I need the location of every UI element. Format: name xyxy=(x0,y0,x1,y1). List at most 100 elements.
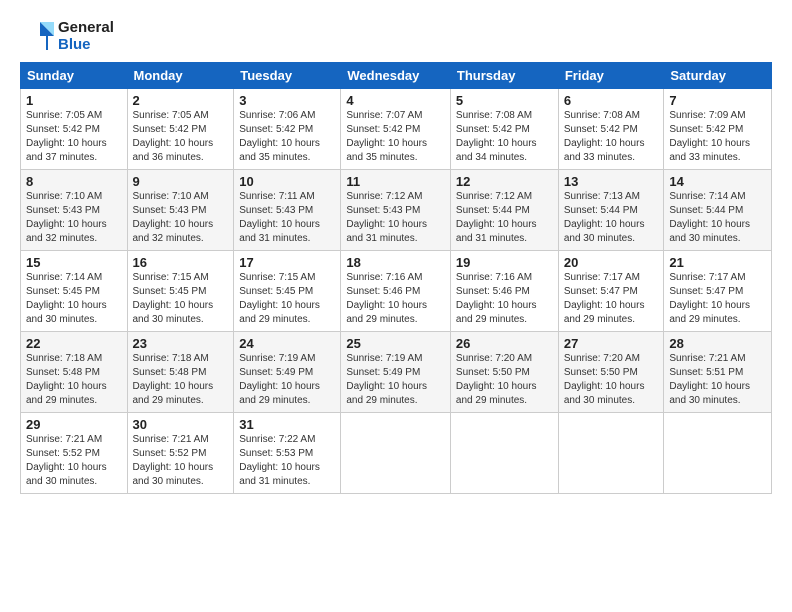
calendar-day-cell: 18 Sunrise: 7:16 AM Sunset: 5:46 PM Dayl… xyxy=(341,251,451,332)
logo-graphic xyxy=(20,18,56,54)
calendar-day-cell: 11 Sunrise: 7:12 AM Sunset: 5:43 PM Dayl… xyxy=(341,170,451,251)
day-info: Sunrise: 7:09 AM Sunset: 5:42 PM Dayligh… xyxy=(669,109,766,165)
calendar-day-cell: 20 Sunrise: 7:17 AM Sunset: 5:47 PM Dayl… xyxy=(558,251,664,332)
day-info: Sunrise: 7:10 AM Sunset: 5:43 PM Dayligh… xyxy=(26,190,122,246)
day-info: Sunrise: 7:22 AM Sunset: 5:53 PM Dayligh… xyxy=(239,433,335,489)
day-info: Sunrise: 7:12 AM Sunset: 5:43 PM Dayligh… xyxy=(346,190,445,246)
calendar-week-row: 8 Sunrise: 7:10 AM Sunset: 5:43 PM Dayli… xyxy=(21,170,772,251)
calendar-day-cell: 4 Sunrise: 7:07 AM Sunset: 5:42 PM Dayli… xyxy=(341,89,451,170)
day-info: Sunrise: 7:19 AM Sunset: 5:49 PM Dayligh… xyxy=(239,352,335,408)
day-info: Sunrise: 7:13 AM Sunset: 5:44 PM Dayligh… xyxy=(564,190,659,246)
calendar-day-cell: 31 Sunrise: 7:22 AM Sunset: 5:53 PM Dayl… xyxy=(234,413,341,494)
weekday-header-cell: Wednesday xyxy=(341,63,451,89)
day-number: 1 xyxy=(26,93,122,108)
calendar-day-cell xyxy=(341,413,451,494)
day-info: Sunrise: 7:16 AM Sunset: 5:46 PM Dayligh… xyxy=(346,271,445,327)
day-number: 2 xyxy=(133,93,229,108)
calendar-day-cell: 15 Sunrise: 7:14 AM Sunset: 5:45 PM Dayl… xyxy=(21,251,128,332)
calendar-day-cell xyxy=(664,413,772,494)
logo: General Blue xyxy=(20,18,114,54)
calendar-table: SundayMondayTuesdayWednesdayThursdayFrid… xyxy=(20,62,772,494)
calendar-day-cell: 28 Sunrise: 7:21 AM Sunset: 5:51 PM Dayl… xyxy=(664,332,772,413)
calendar-body: 1 Sunrise: 7:05 AM Sunset: 5:42 PM Dayli… xyxy=(21,89,772,494)
day-info: Sunrise: 7:10 AM Sunset: 5:43 PM Dayligh… xyxy=(133,190,229,246)
calendar-day-cell: 25 Sunrise: 7:19 AM Sunset: 5:49 PM Dayl… xyxy=(341,332,451,413)
day-number: 4 xyxy=(346,93,445,108)
logo-blue: Blue xyxy=(58,36,114,53)
day-info: Sunrise: 7:18 AM Sunset: 5:48 PM Dayligh… xyxy=(26,352,122,408)
calendar-day-cell: 6 Sunrise: 7:08 AM Sunset: 5:42 PM Dayli… xyxy=(558,89,664,170)
day-number: 28 xyxy=(669,336,766,351)
day-info: Sunrise: 7:14 AM Sunset: 5:45 PM Dayligh… xyxy=(26,271,122,327)
day-number: 3 xyxy=(239,93,335,108)
day-number: 9 xyxy=(133,174,229,189)
calendar-day-cell: 23 Sunrise: 7:18 AM Sunset: 5:48 PM Dayl… xyxy=(127,332,234,413)
calendar-day-cell: 12 Sunrise: 7:12 AM Sunset: 5:44 PM Dayl… xyxy=(450,170,558,251)
weekday-header-cell: Tuesday xyxy=(234,63,341,89)
weekday-header: SundayMondayTuesdayWednesdayThursdayFrid… xyxy=(21,63,772,89)
day-number: 19 xyxy=(456,255,553,270)
day-info: Sunrise: 7:11 AM Sunset: 5:43 PM Dayligh… xyxy=(239,190,335,246)
day-number: 14 xyxy=(669,174,766,189)
header: General Blue xyxy=(20,18,772,54)
calendar-day-cell xyxy=(558,413,664,494)
day-number: 20 xyxy=(564,255,659,270)
day-number: 6 xyxy=(564,93,659,108)
day-number: 31 xyxy=(239,417,335,432)
day-number: 17 xyxy=(239,255,335,270)
day-info: Sunrise: 7:06 AM Sunset: 5:42 PM Dayligh… xyxy=(239,109,335,165)
day-number: 21 xyxy=(669,255,766,270)
calendar-day-cell: 9 Sunrise: 7:10 AM Sunset: 5:43 PM Dayli… xyxy=(127,170,234,251)
calendar-day-cell: 21 Sunrise: 7:17 AM Sunset: 5:47 PM Dayl… xyxy=(664,251,772,332)
calendar-day-cell: 5 Sunrise: 7:08 AM Sunset: 5:42 PM Dayli… xyxy=(450,89,558,170)
calendar-day-cell: 22 Sunrise: 7:18 AM Sunset: 5:48 PM Dayl… xyxy=(21,332,128,413)
weekday-header-cell: Sunday xyxy=(21,63,128,89)
day-info: Sunrise: 7:21 AM Sunset: 5:51 PM Dayligh… xyxy=(669,352,766,408)
weekday-header-cell: Friday xyxy=(558,63,664,89)
day-info: Sunrise: 7:15 AM Sunset: 5:45 PM Dayligh… xyxy=(133,271,229,327)
day-number: 27 xyxy=(564,336,659,351)
day-number: 30 xyxy=(133,417,229,432)
day-info: Sunrise: 7:16 AM Sunset: 5:46 PM Dayligh… xyxy=(456,271,553,327)
day-info: Sunrise: 7:21 AM Sunset: 5:52 PM Dayligh… xyxy=(26,433,122,489)
calendar-day-cell: 3 Sunrise: 7:06 AM Sunset: 5:42 PM Dayli… xyxy=(234,89,341,170)
calendar-day-cell: 7 Sunrise: 7:09 AM Sunset: 5:42 PM Dayli… xyxy=(664,89,772,170)
weekday-header-cell: Saturday xyxy=(664,63,772,89)
calendar-day-cell: 8 Sunrise: 7:10 AM Sunset: 5:43 PM Dayli… xyxy=(21,170,128,251)
calendar-day-cell: 29 Sunrise: 7:21 AM Sunset: 5:52 PM Dayl… xyxy=(21,413,128,494)
calendar-day-cell: 14 Sunrise: 7:14 AM Sunset: 5:44 PM Dayl… xyxy=(664,170,772,251)
day-number: 13 xyxy=(564,174,659,189)
day-number: 26 xyxy=(456,336,553,351)
day-info: Sunrise: 7:20 AM Sunset: 5:50 PM Dayligh… xyxy=(456,352,553,408)
day-number: 24 xyxy=(239,336,335,351)
day-number: 23 xyxy=(133,336,229,351)
day-info: Sunrise: 7:08 AM Sunset: 5:42 PM Dayligh… xyxy=(564,109,659,165)
day-info: Sunrise: 7:19 AM Sunset: 5:49 PM Dayligh… xyxy=(346,352,445,408)
day-info: Sunrise: 7:05 AM Sunset: 5:42 PM Dayligh… xyxy=(26,109,122,165)
day-info: Sunrise: 7:12 AM Sunset: 5:44 PM Dayligh… xyxy=(456,190,553,246)
calendar-week-row: 15 Sunrise: 7:14 AM Sunset: 5:45 PM Dayl… xyxy=(21,251,772,332)
day-number: 29 xyxy=(26,417,122,432)
calendar-day-cell xyxy=(450,413,558,494)
day-number: 7 xyxy=(669,93,766,108)
logo-general: General xyxy=(58,19,114,36)
calendar-day-cell: 2 Sunrise: 7:05 AM Sunset: 5:42 PM Dayli… xyxy=(127,89,234,170)
day-info: Sunrise: 7:15 AM Sunset: 5:45 PM Dayligh… xyxy=(239,271,335,327)
day-info: Sunrise: 7:07 AM Sunset: 5:42 PM Dayligh… xyxy=(346,109,445,165)
day-number: 5 xyxy=(456,93,553,108)
day-info: Sunrise: 7:14 AM Sunset: 5:44 PM Dayligh… xyxy=(669,190,766,246)
day-number: 8 xyxy=(26,174,122,189)
day-info: Sunrise: 7:18 AM Sunset: 5:48 PM Dayligh… xyxy=(133,352,229,408)
calendar-day-cell: 13 Sunrise: 7:13 AM Sunset: 5:44 PM Dayl… xyxy=(558,170,664,251)
calendar-day-cell: 10 Sunrise: 7:11 AM Sunset: 5:43 PM Dayl… xyxy=(234,170,341,251)
calendar-day-cell: 19 Sunrise: 7:16 AM Sunset: 5:46 PM Dayl… xyxy=(450,251,558,332)
calendar-week-row: 29 Sunrise: 7:21 AM Sunset: 5:52 PM Dayl… xyxy=(21,413,772,494)
calendar-day-cell: 1 Sunrise: 7:05 AM Sunset: 5:42 PM Dayli… xyxy=(21,89,128,170)
day-number: 22 xyxy=(26,336,122,351)
day-info: Sunrise: 7:08 AM Sunset: 5:42 PM Dayligh… xyxy=(456,109,553,165)
day-number: 25 xyxy=(346,336,445,351)
calendar-week-row: 1 Sunrise: 7:05 AM Sunset: 5:42 PM Dayli… xyxy=(21,89,772,170)
day-info: Sunrise: 7:20 AM Sunset: 5:50 PM Dayligh… xyxy=(564,352,659,408)
calendar-day-cell: 26 Sunrise: 7:20 AM Sunset: 5:50 PM Dayl… xyxy=(450,332,558,413)
day-info: Sunrise: 7:17 AM Sunset: 5:47 PM Dayligh… xyxy=(564,271,659,327)
